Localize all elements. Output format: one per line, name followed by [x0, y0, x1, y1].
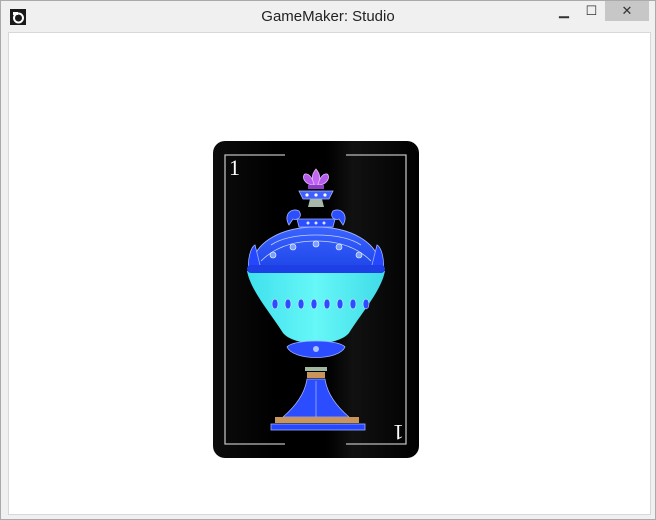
close-button[interactable]: ✕ — [605, 1, 649, 21]
minimize-button[interactable]: ▁ — [549, 1, 579, 21]
cup-bowl — [247, 265, 385, 344]
card-artwork — [224, 154, 407, 445]
card-rank-bottom: 1 — [393, 420, 404, 445]
game-canvas[interactable]: 1 1 — [8, 32, 651, 515]
game-window: GameMaker: Studio ▁ ☐ ✕ 1 1 — [0, 0, 656, 520]
title-bar[interactable]: GameMaker: Studio ▁ ☐ ✕ — [1, 1, 655, 33]
cup-stem — [270, 340, 366, 431]
close-icon: ✕ — [621, 3, 633, 18]
playing-card-ace-of-cups[interactable]: 1 1 — [213, 141, 419, 458]
card-rank-top: 1 — [229, 155, 240, 180]
ornament-scrolls — [286, 209, 346, 228]
fleur-de-lis-icon — [298, 168, 334, 207]
minimize-icon: ▁ — [559, 3, 569, 18]
maximize-button[interactable]: ☐ — [578, 1, 605, 21]
maximize-icon: ☐ — [585, 3, 598, 18]
